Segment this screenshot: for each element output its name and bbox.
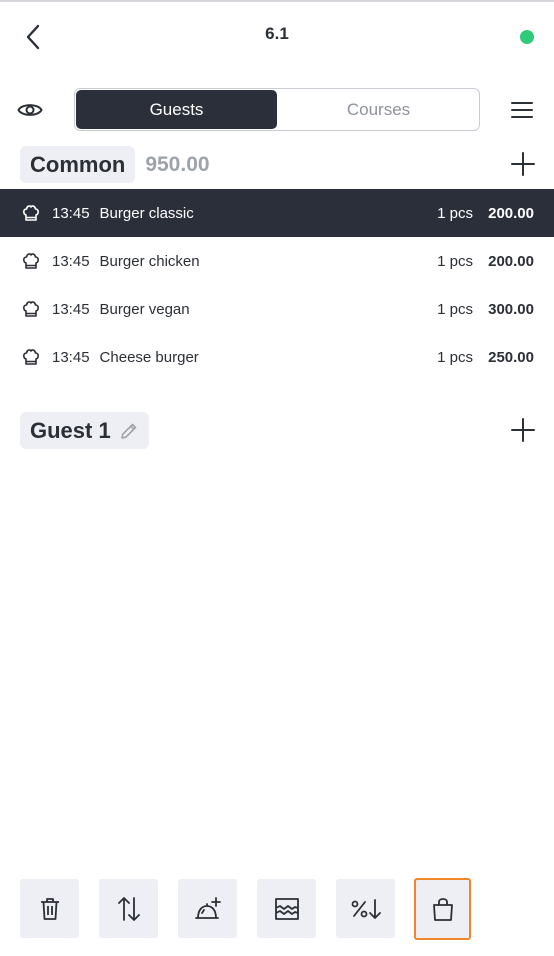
trash-icon (40, 897, 59, 920)
item-name: Cheese burger (99, 348, 199, 366)
item-time: 13:45 (52, 252, 90, 270)
menu-button[interactable] (506, 94, 538, 126)
item-quantity: 1 pcs (437, 252, 473, 270)
common-label: Common (20, 146, 136, 183)
order-item-row[interactable]: 13:45 Cheese burger 1 pcs 250.00 (0, 333, 554, 381)
status-indicator (520, 30, 534, 44)
item-time: 13:45 (52, 348, 90, 366)
item-price: 250.00 (488, 348, 534, 366)
header: 6.1 (0, 2, 554, 68)
chef-hat-icon (20, 298, 42, 320)
tab-courses[interactable]: Courses (278, 89, 479, 130)
add-dish-button[interactable] (178, 879, 237, 938)
discount-icon (351, 898, 381, 919)
order-item-row[interactable]: 13:45 Burger chicken 1 pcs 200.00 (0, 237, 554, 285)
sort-button[interactable] (99, 879, 158, 938)
item-quantity: 1 pcs (437, 204, 473, 222)
split-check-icon (274, 897, 299, 920)
item-time: 13:45 (52, 204, 90, 222)
plus-icon (511, 418, 535, 442)
eye-icon (17, 104, 43, 116)
visibility-toggle-button[interactable] (14, 94, 46, 126)
add-common-item-button[interactable] (508, 149, 538, 179)
add-guest-item-button[interactable] (508, 415, 538, 445)
item-time: 13:45 (52, 300, 90, 318)
item-price: 200.00 (488, 204, 534, 222)
item-quantity: 1 pcs (437, 348, 473, 366)
chef-hat-icon (20, 202, 42, 224)
bag-icon (432, 898, 453, 921)
split-check-button[interactable] (257, 879, 316, 938)
guest-section-header: Guest 1 (20, 412, 149, 449)
order-item-row[interactable]: 13:45 Burger classic 1 pcs 200.00 (0, 189, 554, 237)
item-name: Burger vegan (99, 300, 190, 318)
guest-label: Guest 1 (30, 417, 111, 443)
guest-label-tag: Guest 1 (20, 412, 149, 449)
item-name: Burger classic (99, 204, 194, 222)
order-item-row[interactable]: 13:45 Burger vegan 1 pcs 300.00 (0, 285, 554, 333)
item-price: 300.00 (488, 300, 534, 318)
chef-hat-icon (20, 346, 42, 368)
item-quantity: 1 pcs (437, 300, 473, 318)
plus-icon (511, 152, 535, 176)
sort-arrows-icon (117, 896, 140, 921)
common-section-header: Common 950.00 (20, 146, 210, 183)
add-dish-icon (194, 896, 221, 919)
discount-button[interactable] (336, 879, 395, 938)
chevron-left-icon (26, 24, 40, 50)
chef-hat-icon (20, 250, 42, 272)
pencil-icon[interactable] (119, 421, 139, 441)
view-mode-switch: Guests Courses (74, 88, 480, 131)
hamburger-menu-icon (511, 102, 533, 118)
common-total: 950.00 (145, 152, 210, 176)
item-name: Burger chicken (99, 252, 200, 270)
tab-guests[interactable]: Guests (76, 90, 277, 129)
delete-button[interactable] (20, 879, 79, 938)
bag-button[interactable] (414, 878, 471, 940)
back-button[interactable] (18, 22, 48, 52)
page-title: 6.1 (265, 24, 289, 43)
item-price: 200.00 (488, 252, 534, 270)
